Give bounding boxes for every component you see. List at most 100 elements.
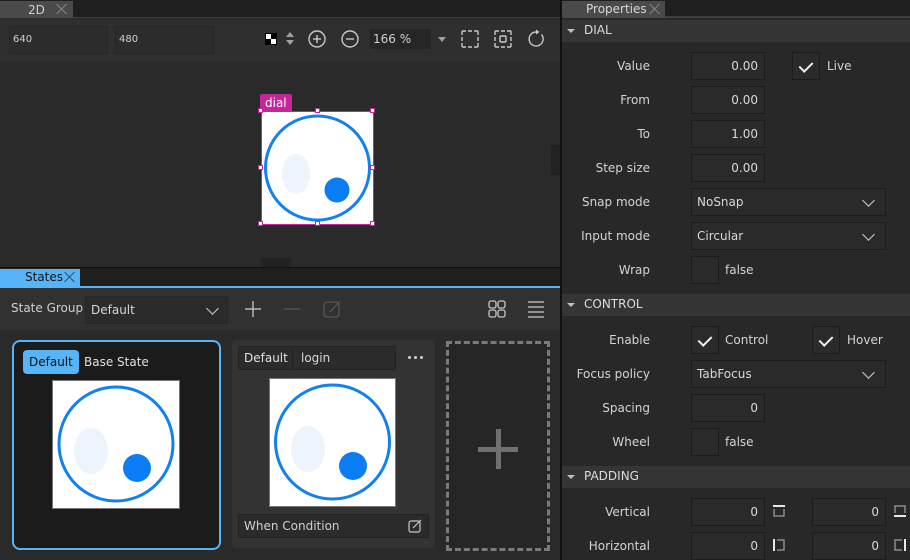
grid-view-icon[interactable]: [487, 299, 507, 319]
padding-left-input[interactable]: 0: [691, 532, 765, 560]
chevron-down-icon: [862, 228, 875, 241]
default-badge[interactable]: Default: [23, 350, 79, 374]
section-title: DIAL: [584, 23, 612, 37]
canvas-height-input[interactable]: 480: [115, 26, 214, 54]
resize-handle[interactable]: [370, 165, 375, 170]
hover-checkbox[interactable]: [812, 326, 840, 354]
canvas-width-input[interactable]: 640: [9, 26, 108, 54]
control-checkbox[interactable]: [691, 326, 719, 354]
state-group-label: State Group: [11, 301, 84, 315]
padding-top-input[interactable]: 0: [691, 498, 765, 526]
dial-graphic: [264, 114, 371, 222]
up-down-icon[interactable]: [286, 32, 294, 46]
resize-handle[interactable]: [370, 108, 375, 113]
edit-icon[interactable]: [408, 519, 422, 533]
control-label: Control: [725, 333, 769, 347]
live-checkbox[interactable]: [792, 52, 820, 80]
spacing-input[interactable]: 0: [691, 394, 765, 422]
focus-policy-value: TabFocus: [697, 367, 752, 381]
chevron-down-icon: [862, 366, 875, 379]
padding-right-input[interactable]: 0: [812, 532, 886, 560]
more-options-icon[interactable]: [408, 356, 424, 360]
wrap-checkbox[interactable]: [691, 256, 719, 284]
reset-view-icon[interactable]: [526, 29, 546, 49]
focus-policy-label: Focus policy: [576, 367, 650, 381]
state-group-select[interactable]: Default: [85, 296, 228, 324]
fit-all-icon[interactable]: [493, 29, 513, 49]
snap-mode-select[interactable]: NoSnap: [691, 188, 886, 216]
tab-2d-label: 2D: [28, 2, 45, 17]
section-padding-header[interactable]: PADDING: [562, 466, 910, 488]
state-name-input[interactable]: login: [292, 346, 396, 370]
to-input[interactable]: 1.00: [691, 120, 765, 148]
horizontal-label: Horizontal: [588, 539, 650, 553]
wheel-label: Wheel: [612, 435, 650, 449]
value-label: Value: [617, 59, 650, 73]
resize-handle[interactable]: [258, 165, 263, 170]
step-size-input[interactable]: 0.00: [691, 154, 765, 182]
padding-bottom-input[interactable]: 0: [812, 498, 886, 526]
close-icon[interactable]: [56, 3, 67, 14]
section-title: CONTROL: [584, 297, 643, 311]
when-condition-label: When Condition: [244, 519, 340, 533]
properties-tabbar: Properties: [562, 0, 910, 18]
vertical-label: Vertical: [605, 505, 650, 519]
checkerboard-icon[interactable]: [265, 33, 277, 45]
states-list: Default Base State Default login When Co…: [0, 330, 560, 560]
resize-handle[interactable]: [258, 108, 263, 113]
editor-2d-toolbar: 640 480 166 %: [0, 19, 560, 61]
list-view-icon[interactable]: [526, 299, 546, 319]
input-mode-select[interactable]: Circular: [691, 222, 886, 250]
design-canvas[interactable]: dial: [0, 61, 560, 268]
tab-properties-label: Properties: [586, 2, 647, 16]
zoom-out-icon[interactable]: [340, 29, 360, 49]
chevron-down-icon: [862, 194, 875, 207]
from-input[interactable]: 0.00: [691, 86, 765, 114]
enable-label: Enable: [609, 333, 650, 347]
value-input[interactable]: 0.00: [691, 52, 765, 80]
wheel-checkbox[interactable]: [691, 428, 719, 456]
wrap-value: false: [725, 263, 754, 277]
resize-handle[interactable]: [315, 221, 320, 226]
hover-label: Hover: [847, 333, 883, 347]
wheel-value: false: [725, 435, 754, 449]
edit-state-group-icon: [323, 300, 341, 318]
spacing-label: Spacing: [602, 401, 650, 415]
collapse-icon: [567, 303, 575, 307]
add-state-group-icon[interactable]: [243, 299, 263, 319]
fit-selection-icon[interactable]: [460, 29, 480, 49]
section-title: PADDING: [584, 469, 639, 483]
state-card-base-state[interactable]: Default Base State: [12, 340, 221, 550]
set-default-button[interactable]: Default: [238, 346, 294, 370]
zoom-dropdown-icon[interactable]: [438, 37, 446, 42]
collapse-icon: [567, 29, 575, 33]
resize-handle[interactable]: [315, 108, 320, 113]
collapse-icon: [567, 475, 575, 479]
editor-2d-pane: 2D 640 480 166 % dial: [0, 0, 560, 268]
input-mode-label: Input mode: [581, 229, 650, 243]
zoom-in-icon[interactable]: [307, 29, 327, 49]
padding-left-icon: [773, 539, 785, 551]
resize-handle[interactable]: [370, 221, 375, 226]
snap-mode-value: NoSnap: [697, 195, 744, 209]
tab-2d[interactable]: 2D: [0, 1, 73, 18]
wrap-label: Wrap: [618, 263, 650, 277]
chevron-down-icon: [206, 302, 219, 315]
focus-policy-select[interactable]: TabFocus: [691, 360, 886, 388]
close-icon[interactable]: [64, 271, 75, 282]
tab-properties[interactable]: Properties: [562, 1, 665, 18]
when-condition-field[interactable]: When Condition: [238, 514, 429, 538]
section-dial-header[interactable]: DIAL: [562, 20, 910, 42]
resize-handle[interactable]: [258, 221, 263, 226]
dial-component[interactable]: [258, 108, 375, 226]
tab-states[interactable]: States: [0, 269, 80, 286]
to-label: To: [637, 127, 650, 141]
state-card-login[interactable]: Default login When Condition: [232, 340, 435, 548]
section-control-header[interactable]: CONTROL: [562, 294, 910, 316]
zoom-level-input[interactable]: 166 %: [370, 29, 431, 49]
padding-bottom-icon: [894, 505, 906, 517]
padding-right-icon: [894, 539, 906, 551]
close-icon[interactable]: [649, 3, 660, 14]
states-pane: States State Group Default Default Base …: [0, 268, 560, 560]
remove-state-group-icon: [284, 308, 300, 310]
